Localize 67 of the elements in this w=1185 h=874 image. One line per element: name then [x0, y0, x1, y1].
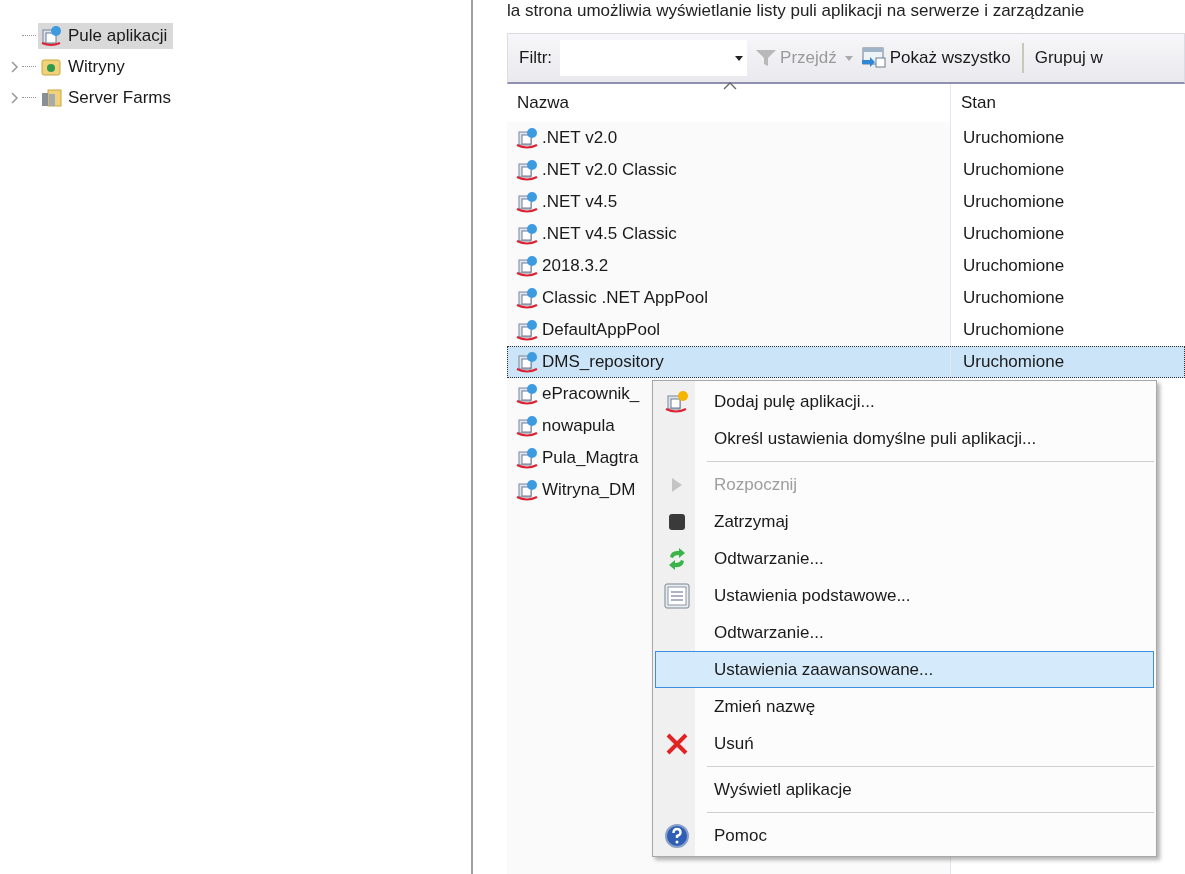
filter-funnel-icon [755, 48, 778, 68]
pool-name[interactable]: DMS_repository [542, 352, 664, 372]
group-by-button[interactable]: Grupuj w [1032, 48, 1105, 68]
play-icon [671, 476, 683, 493]
show-all-button[interactable]: Pokaż wszystko [858, 46, 1013, 70]
pool-state: Uruchomione [963, 256, 1065, 276]
pool-state: Uruchomione [963, 224, 1065, 244]
pool-name[interactable]: Pula_Magtra [542, 448, 639, 468]
app-pool-icon [515, 350, 539, 374]
dropdown-caret-icon[interactable] [735, 55, 744, 61]
pool-state: Uruchomione [963, 160, 1065, 180]
pool-name[interactable]: .NET v4.5 [542, 192, 618, 212]
app-pool-icon [515, 254, 539, 278]
help-icon [664, 822, 690, 849]
pool-name[interactable]: ePracownik_ [542, 384, 640, 404]
menu-item[interactable]: Ustawienia podstawowe... [655, 577, 1154, 614]
pool-name[interactable]: .NET v4.5 Classic [542, 224, 677, 244]
server-folder-icon [40, 87, 62, 108]
window-list-icon [860, 46, 887, 70]
filter-label: Filtr: [519, 48, 553, 68]
menu-item[interactable]: Odtwarzanie... [655, 614, 1154, 651]
pool-name[interactable]: DefaultAppPool [542, 320, 661, 340]
menu-item[interactable]: Ustawienia zaawansowane... [655, 651, 1154, 688]
app-pool-icon [515, 382, 539, 406]
tree-item[interactable]: Server Farms [38, 85, 177, 110]
pool-state: Uruchomione [963, 128, 1065, 148]
app-pool-icon [515, 318, 539, 342]
pool-state: Uruchomione [963, 352, 1065, 372]
column-header[interactable]: Stan [950, 84, 1185, 122]
pool-name[interactable]: Witryna_DM [542, 480, 636, 500]
menu-item[interactable]: Wyświetl aplikacje [655, 771, 1154, 808]
pool-name[interactable]: .NET v2.0 [542, 128, 618, 148]
app-pool-icon [664, 388, 690, 415]
column-header[interactable]: Nazwa [507, 84, 950, 122]
settings-window-icon [664, 582, 690, 609]
app-pool-icon [40, 24, 62, 47]
tree-item[interactable]: Witryny [38, 54, 131, 79]
app-pool-icon [515, 126, 539, 150]
menu-item[interactable]: Pomoc [655, 817, 1154, 854]
app-pool-icon [515, 286, 539, 310]
app-pool-icon [515, 446, 539, 470]
menu-item[interactable]: Dodaj pulę aplikacji... [655, 383, 1154, 420]
expand-chevron-icon[interactable] [10, 91, 20, 104]
page-description: la strona umożliwia wyświetlanie listy puli aplikacji na serwerze i zarządzanie [507, 0, 1086, 22]
pool-name[interactable]: 2018.3.2 [542, 256, 609, 276]
delete-x-icon [665, 731, 689, 756]
filter-field[interactable] [560, 40, 748, 76]
expand-chevron-icon[interactable] [10, 60, 20, 73]
pool-name[interactable]: .NET v2.0 Classic [542, 160, 677, 180]
app-pool-icon [515, 222, 539, 246]
menu-item[interactable]: Zmień nazwę [655, 688, 1154, 725]
app-pool-icon [515, 190, 539, 214]
app-pool-icon [515, 478, 539, 502]
menu-item[interactable]: Usuń [655, 725, 1154, 762]
menu-item[interactable]: Określ ustawienia domyślne puli aplikacji... [655, 420, 1154, 457]
pool-state: Uruchomione [963, 192, 1065, 212]
pool-name[interactable]: nowapula [542, 416, 615, 436]
app-pool-icon [515, 158, 539, 182]
menu-item[interactable]: Zatrzymaj [655, 503, 1154, 540]
menu-item[interactable]: Odtwarzanie... [655, 540, 1154, 577]
refresh-arrows-icon [667, 546, 687, 571]
folder-globe-icon [40, 56, 62, 77]
stop-icon [668, 512, 686, 531]
pool-state: Uruchomione [963, 288, 1065, 308]
app-pool-icon [515, 414, 539, 438]
pool-state: Uruchomione [963, 320, 1065, 340]
tree-item[interactable]: Pule aplikacji [38, 22, 174, 49]
